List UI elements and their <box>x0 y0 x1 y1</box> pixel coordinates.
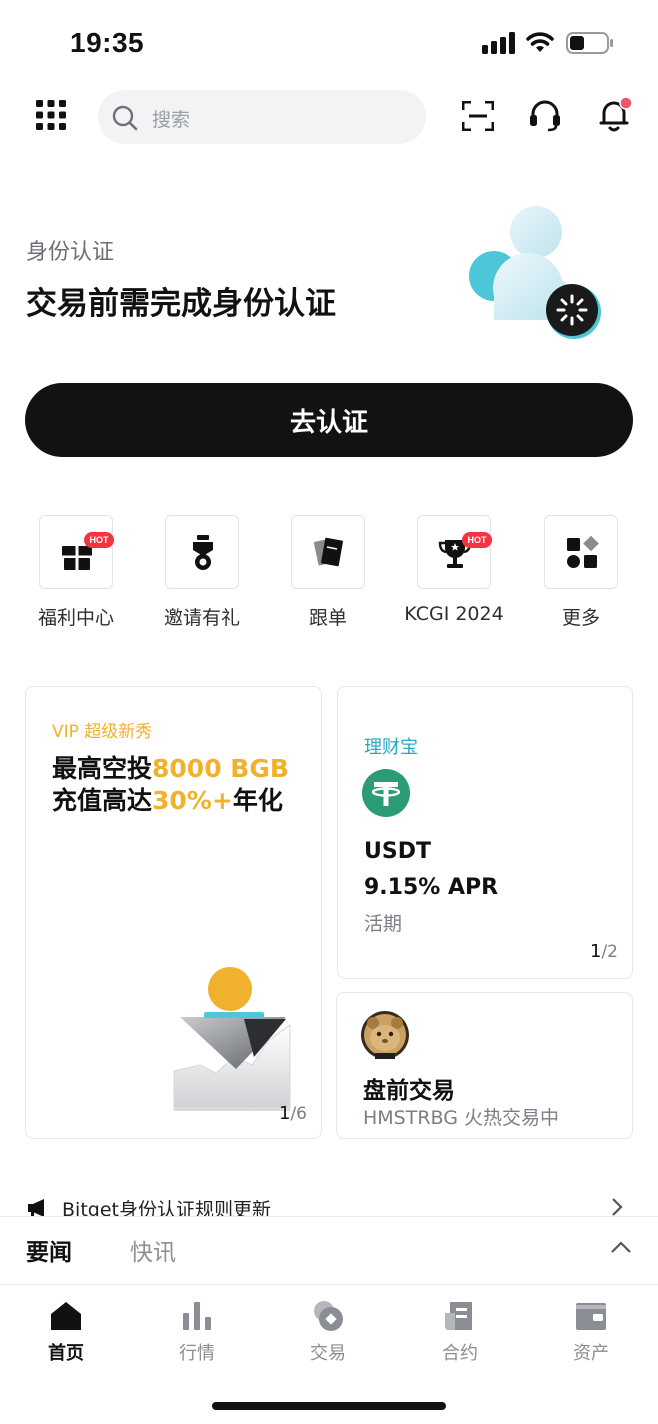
status-time: 19:35 <box>70 27 145 58</box>
megaphone-icon <box>28 1199 44 1217</box>
chevron-right-icon <box>612 1198 623 1216</box>
earn-coin-name: USDT <box>364 839 431 864</box>
notification-bell-icon[interactable] <box>596 96 634 134</box>
vip-card-pager: 1/6 <box>279 1103 307 1124</box>
scan-icon[interactable] <box>462 101 494 131</box>
nav-label: 首页 <box>48 1343 84 1364</box>
shortcut-label: 福利中心 <box>37 607 114 629</box>
hamster-token-icon <box>361 1011 409 1059</box>
home-indicator <box>212 1402 446 1410</box>
shortcut-copy-trading[interactable]: 跟单 <box>273 515 383 635</box>
usdt-coin-icon <box>362 769 410 817</box>
premarket-title: 盘前交易 <box>363 1078 455 1104</box>
search-placeholder: 搜索 <box>152 109 191 131</box>
earn-card-pager: 1/2 <box>590 941 618 962</box>
menu-grid-icon[interactable] <box>36 100 66 130</box>
verify-identity-button-label: 去认证 <box>289 407 368 438</box>
nav-label: 交易 <box>310 1343 346 1364</box>
markets-chart-icon <box>183 1302 211 1330</box>
copy-trade-icon <box>313 537 343 567</box>
futures-contract-icon <box>445 1302 472 1330</box>
medal-icon <box>193 535 213 570</box>
nav-trade[interactable]: 交易 <box>278 1299 378 1369</box>
shortcut-invite-rewards[interactable]: 邀请有礼 <box>147 515 257 635</box>
notification-dot <box>619 96 633 110</box>
nav-assets[interactable]: 资产 <box>541 1299 641 1369</box>
assets-wallet-icon <box>576 1303 606 1330</box>
earn-tag: 理财宝 <box>364 737 418 758</box>
vip-promo-card[interactable]: VIP 超级新秀 最高空投8000 BGB 充值高达30%+年化 1/6 <box>25 686 322 1139</box>
shortcut-label: KCGI 2024 <box>404 603 504 625</box>
battery-icon <box>566 32 613 54</box>
shortcut-label: 邀请有礼 <box>163 607 240 629</box>
earn-product-card[interactable]: 理财宝 USDT 9.15% APR 活期 1/2 <box>337 686 633 979</box>
nav-label: 资产 <box>573 1343 609 1364</box>
shortcut-more[interactable]: 更多 <box>526 515 636 635</box>
vip-headline-line2: 充值高达30%+年化 <box>52 786 283 815</box>
status-bar: 19:35 <box>0 0 658 80</box>
nav-home[interactable]: 首页 <box>16 1299 116 1369</box>
nav-markets[interactable]: 行情 <box>147 1299 247 1369</box>
chevron-up-icon[interactable] <box>610 1239 632 1255</box>
tab-flash-news[interactable]: 快讯 <box>130 1233 176 1267</box>
support-headset-icon[interactable] <box>528 100 562 132</box>
nav-futures[interactable]: 合约 <box>410 1299 510 1369</box>
news-panel: 要闻 快讯 <box>0 1216 658 1284</box>
bottom-navigation: 首页 行情 交易 合约 资产 <box>0 1284 658 1374</box>
airdrop-funnel-illustration <box>173 967 291 1111</box>
verify-identity-button[interactable]: 去认证 <box>25 383 633 457</box>
nav-label: 合约 <box>442 1343 478 1364</box>
trade-icon <box>314 1301 343 1331</box>
nav-label: 行情 <box>179 1343 215 1364</box>
shortcut-label: 跟单 <box>308 607 347 629</box>
shortcut-label: 更多 <box>561 607 600 629</box>
search-input[interactable]: 搜索 <box>98 90 426 144</box>
more-apps-icon <box>567 535 599 568</box>
cellular-signal-icon <box>482 32 515 54</box>
shortcut-welfare-center[interactable]: HOT 福利中心 <box>21 515 131 635</box>
search-icon <box>112 105 138 131</box>
vip-headline-line1: 最高空投8000 BGB <box>52 754 289 783</box>
shortcut-kcgi-2024[interactable]: HOT KCGI 2024 <box>399 515 509 635</box>
earn-apr: 9.15% APR <box>364 875 499 900</box>
premarket-subtitle: HMSTRBG 火热交易中 <box>363 1107 560 1129</box>
identity-verification-illustration <box>469 206 601 339</box>
vip-tag: VIP 超级新秀 <box>52 722 153 742</box>
wifi-icon <box>526 32 554 52</box>
premarket-trading-card[interactable]: 盘前交易 HMSTRBG 火热交易中 <box>336 992 633 1139</box>
kyc-label: 身份认证 <box>26 240 115 265</box>
tab-headlines[interactable]: 要闻 <box>26 1233 72 1267</box>
home-icon <box>51 1302 81 1330</box>
earn-term: 活期 <box>364 913 403 935</box>
hot-badge: HOT <box>462 532 492 548</box>
hot-badge: HOT <box>84 532 114 548</box>
kyc-title: 交易前需完成身份认证 <box>26 286 336 322</box>
top-bar: 搜索 <box>0 88 658 144</box>
